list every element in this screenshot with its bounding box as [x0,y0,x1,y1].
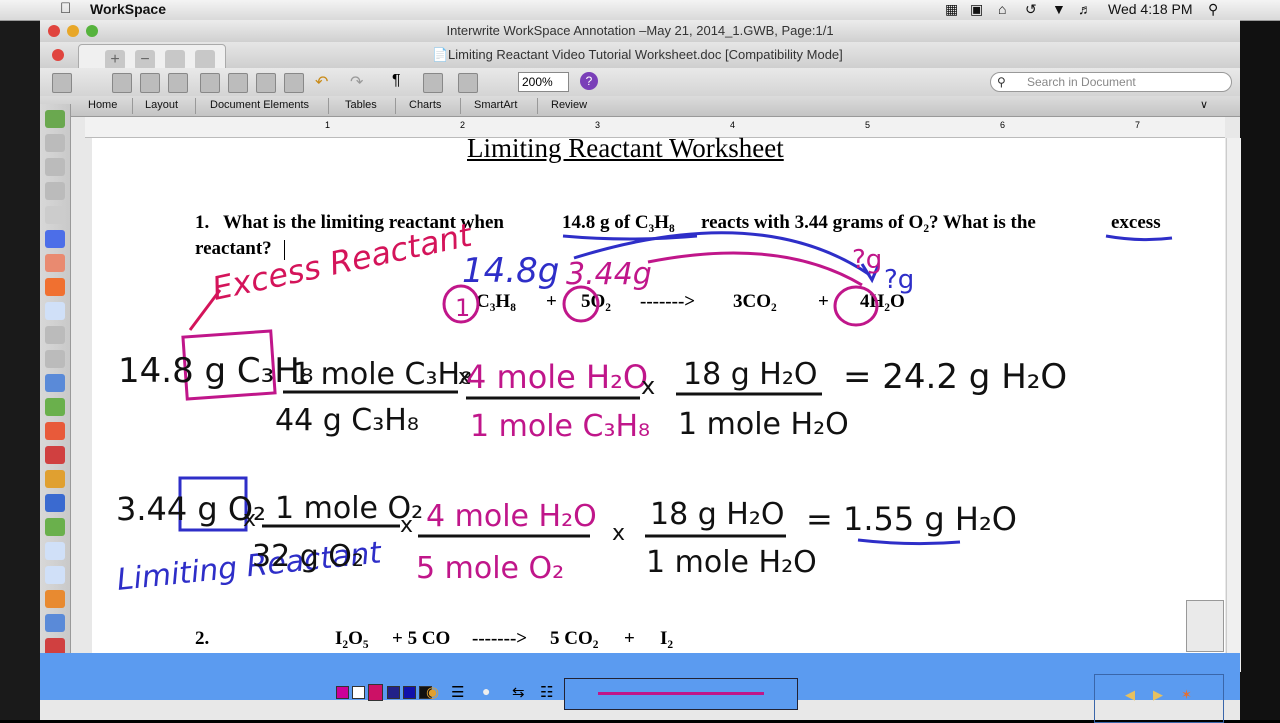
calc2-f3-num: 18 g H₂O [650,497,785,532]
calc1-f1-den: 44 g C₃H₈ [275,403,419,438]
calc2-f1-den: 32 g O₂ [252,539,364,574]
excess-label: Excess Reactant [209,215,477,307]
unknown-right: ?g [884,265,914,295]
circle-mark [833,285,879,327]
times-sign: x [612,521,625,546]
circle-mark [562,285,600,323]
calc2-f3-den: 1 mole H₂O [646,545,817,580]
calc1-f2-den: 1 mole C₃H₈ [470,409,650,444]
given-c3h8: 14.8g [462,251,559,291]
coef-c3h8: 1 [455,294,470,322]
calc2-result: = 1.55 g H₂O [806,500,1017,538]
times-sign: x [641,372,655,400]
ink-layer: 14.8g 3.44g ?g ?g 1 Excess Reactant Limi… [115,215,1173,598]
times-sign: x [400,513,413,538]
calc1-f3-den: 1 mole H₂O [678,407,849,442]
calc1-start: 14.8 g C₃H₈ [118,351,313,391]
arrow-arc [647,251,863,287]
unknown-top: ?g [852,245,882,275]
calc1-f3-num: 18 g H₂O [683,357,818,392]
underline-mark [1105,234,1173,242]
calc1-f1-num: 1 mole C₃H₈ [292,357,472,392]
underline-mark [857,538,961,546]
calc2-f2-num: 4 mole H₂O [426,499,597,534]
times-sign: x [243,507,256,532]
calc2-f2-den: 5 mole O₂ [416,551,564,586]
calc1-result: = 24.2 g H₂O [843,357,1067,397]
calc1-f2-num: 4 mole H₂O [466,358,648,396]
